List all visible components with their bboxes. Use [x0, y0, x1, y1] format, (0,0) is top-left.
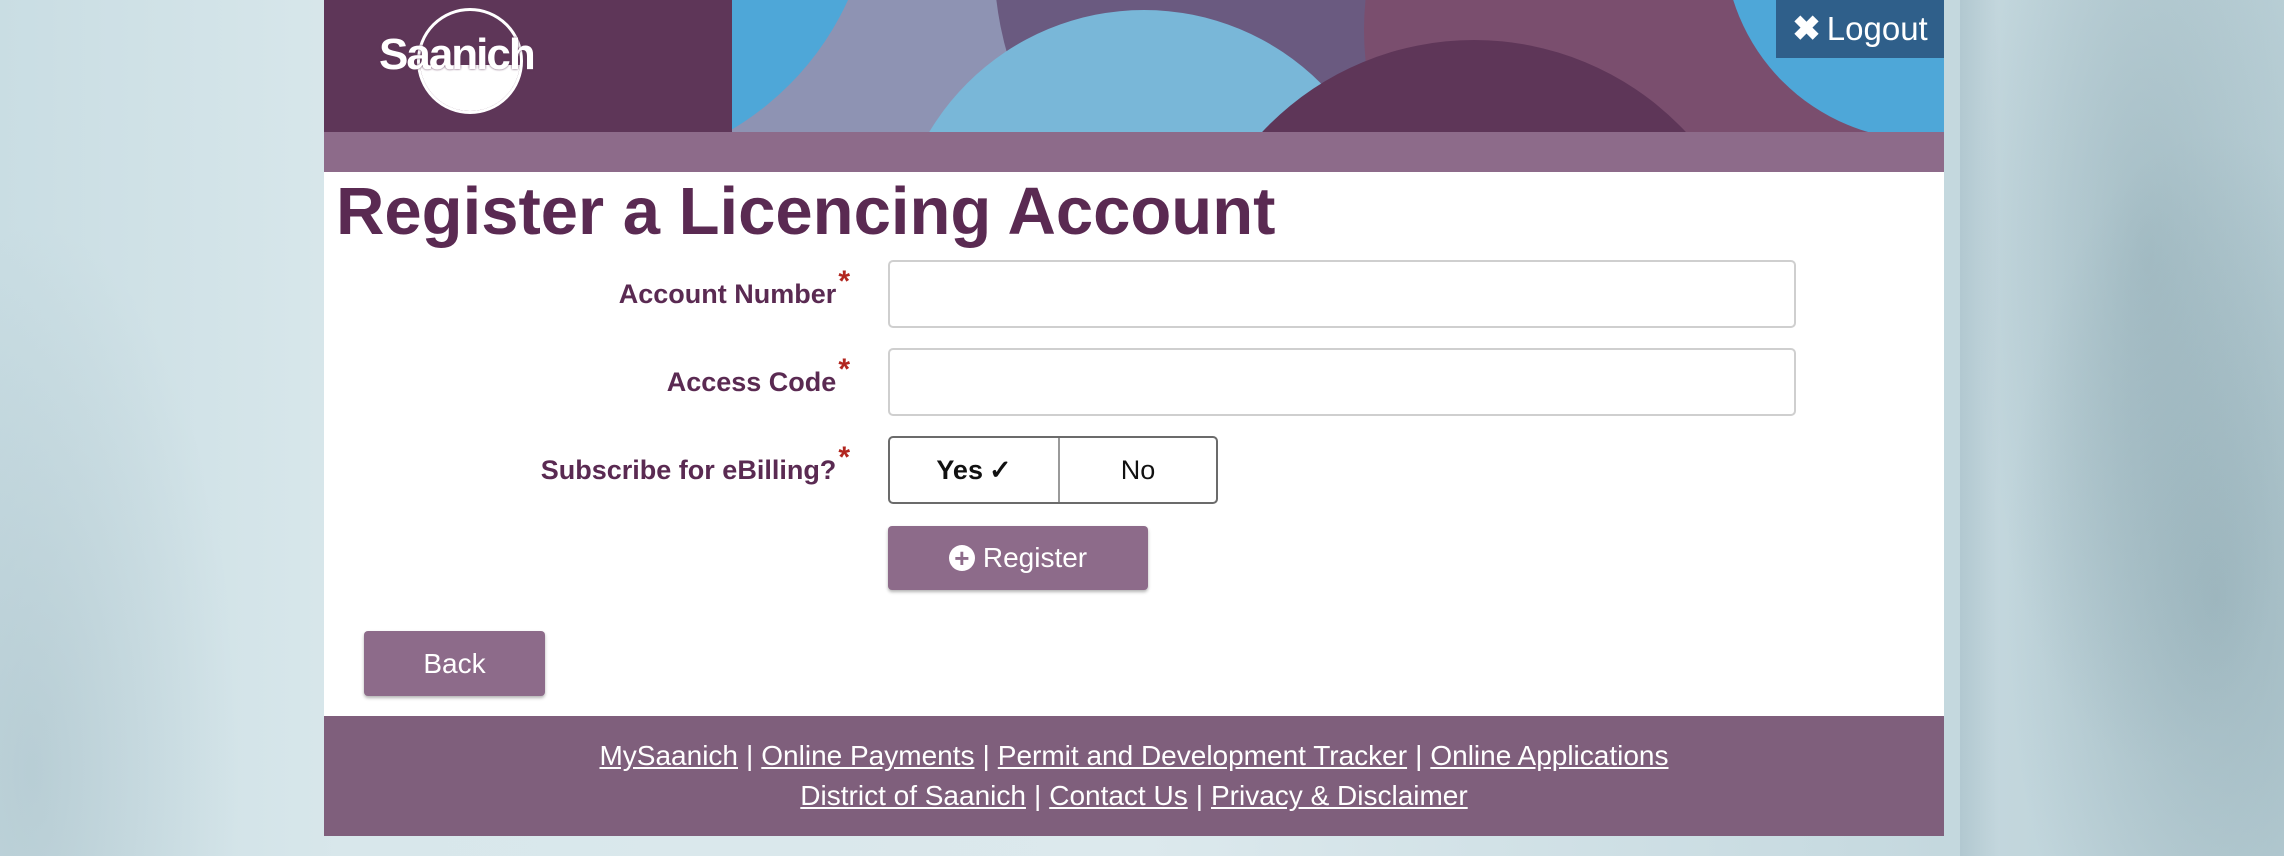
logout-button[interactable]: ✖ Logout	[1776, 0, 1944, 58]
required-marker: *	[838, 353, 850, 386]
saanich-logo[interactable]: Saanich	[379, 8, 536, 118]
account-number-input[interactable]	[888, 260, 1796, 328]
access-code-label: Access Code *	[666, 353, 850, 397]
account-number-row: Account Number *	[324, 260, 1944, 328]
page-container: Saanich ✖ Logout Register a Licencing Ac…	[324, 0, 1944, 836]
background-scenery-right	[1944, 0, 2284, 856]
page-title: Register a Licencing Account	[336, 174, 1276, 249]
register-label: Register	[982, 542, 1088, 573]
footer-link-contact-us[interactable]: Contact Us	[1049, 780, 1188, 812]
ebilling-toggle: Yes ✓ No	[888, 436, 1218, 504]
ebilling-yes-option[interactable]: Yes ✓	[890, 438, 1060, 502]
footer-link-online-applications[interactable]: Online Applications	[1430, 740, 1668, 772]
footer-link-permit-tracker[interactable]: Permit and Development Tracker	[998, 740, 1407, 772]
plus-circle-icon: +	[948, 545, 975, 571]
close-icon: ✖	[1792, 10, 1821, 48]
required-marker: *	[838, 265, 850, 298]
footer-links-line-2: District of Saanich | Contact Us | Priva…	[800, 780, 1468, 812]
access-code-input[interactable]	[888, 348, 1796, 416]
back-button[interactable]: Back	[364, 631, 545, 696]
logout-label: Logout	[1826, 10, 1928, 47]
logo-text: Saanich	[379, 30, 536, 79]
footer-link-privacy-disclaimer[interactable]: Privacy & Disclaimer	[1211, 780, 1468, 812]
footer-link-district-of-saanich[interactable]: District of Saanich	[800, 780, 1026, 812]
header-accent-bar	[324, 132, 1944, 172]
access-code-row: Access Code *	[324, 348, 1944, 416]
back-label: Back	[423, 647, 486, 679]
account-number-label: Account Number *	[618, 265, 850, 309]
header-banner: Saanich ✖ Logout	[324, 0, 1944, 132]
banner-decoration	[324, 0, 1944, 132]
ebilling-no-option[interactable]: No	[1060, 438, 1216, 502]
footer-links-line-1: MySaanich | Online Payments | Permit and…	[599, 740, 1669, 772]
footer-link-online-payments[interactable]: Online Payments	[761, 740, 974, 772]
footer: MySaanich | Online Payments | Permit and…	[324, 716, 1944, 836]
checkmark-icon: ✓	[988, 454, 1012, 485]
register-button[interactable]: + Register	[888, 526, 1148, 590]
ebilling-row: Subscribe for eBilling? * Yes ✓ No	[324, 436, 1944, 504]
required-marker: *	[838, 441, 850, 474]
footer-link-mysaanich[interactable]: MySaanich	[599, 740, 738, 772]
ebilling-label: Subscribe for eBilling? *	[540, 441, 850, 485]
background-scenery-left	[0, 0, 325, 856]
